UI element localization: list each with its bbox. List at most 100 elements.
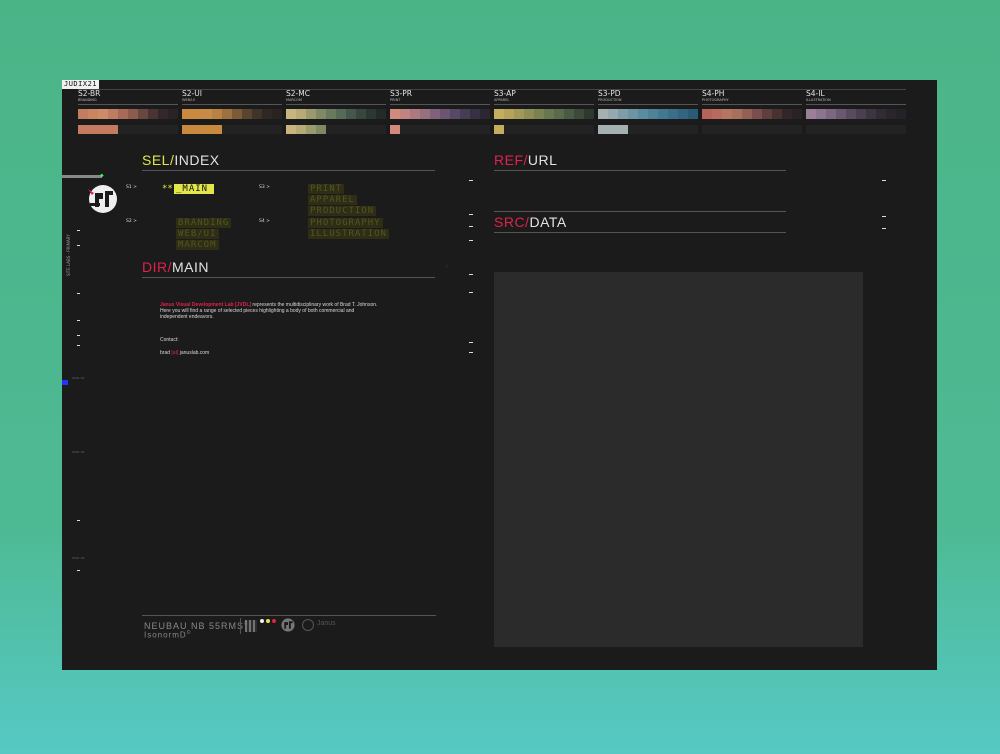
- color-swatch: [202, 109, 212, 119]
- color-swatch: [88, 109, 98, 119]
- level-swatch: [494, 125, 504, 134]
- palette-swatch-row: [182, 109, 282, 119]
- color-swatch: [866, 109, 876, 119]
- palette-swatch-row: [494, 109, 594, 119]
- color-swatch: [410, 109, 420, 119]
- color-swatch: [460, 109, 470, 119]
- nav-item-marcom[interactable]: MARCOM: [176, 240, 219, 250]
- status-dot-icon: ◆: [100, 172, 104, 179]
- section-label-s1: S1 >: [126, 185, 137, 190]
- palette-level-row: [702, 125, 802, 134]
- level-swatch: [316, 125, 326, 134]
- color-swatch: [658, 109, 668, 119]
- palette-s3-pd[interactable]: S3-PD PRODUCTION: [598, 89, 698, 134]
- nav-item-webui[interactable]: WEB/UI: [176, 229, 219, 239]
- palette-level-row: [390, 125, 490, 134]
- color-swatch: [544, 109, 554, 119]
- main-screen: JUDIX21 S2-BR BRANDING S2-UI WEB/UI S2-MC MAR…: [62, 80, 937, 670]
- footer-wordmark: Janus: [317, 620, 336, 627]
- contact-label: Contact:: [160, 337, 179, 343]
- color-swatch: [336, 109, 346, 119]
- level-swatch: [98, 125, 108, 134]
- color-swatch: [158, 109, 168, 119]
- color-swatch: [252, 109, 262, 119]
- color-swatch: [816, 109, 826, 119]
- color-swatch: [272, 109, 282, 119]
- color-swatch: [534, 109, 544, 119]
- nav-item-apparel[interactable]: APPAREL: [308, 195, 357, 205]
- level-swatch: [108, 125, 118, 134]
- color-swatch: [420, 109, 430, 119]
- palette-s3-pr[interactable]: S3-PR PRINT: [390, 89, 490, 134]
- site-logo-tag[interactable]: JUDIX21: [62, 80, 100, 89]
- color-swatch: [450, 109, 460, 119]
- rail-tick: [469, 342, 473, 343]
- nav-item-main[interactable]: _MAIN: [174, 184, 214, 194]
- palette-code: S3-PR: [390, 89, 412, 98]
- color-swatch: [638, 109, 648, 119]
- palette-swatch-row: [286, 109, 386, 119]
- color-swatch: [182, 109, 192, 119]
- level-swatch: [212, 125, 222, 134]
- palette-s4-ph[interactable]: S4-PH PHOTOGRAPHY: [702, 89, 802, 134]
- palette-level-row: [494, 125, 594, 134]
- nav-item-branding[interactable]: BRANDING: [176, 218, 232, 228]
- color-swatch: [222, 109, 232, 119]
- src-data-heading: SRC/DATA: [494, 211, 786, 233]
- palette-level-row: [182, 125, 282, 134]
- palette-swatch-row: [78, 109, 178, 119]
- palette-level-row: [806, 125, 906, 134]
- nav-item-photography[interactable]: PHOTOGRAPHY: [308, 218, 383, 228]
- rail-label: 0001-01: [72, 376, 85, 380]
- data-preview-panel: [494, 272, 863, 647]
- color-swatch: [440, 109, 450, 119]
- qr-code-icon: [245, 620, 257, 632]
- level-swatch: [286, 125, 296, 134]
- color-swatch: [608, 109, 618, 119]
- scroll-indicator[interactable]: [62, 175, 102, 178]
- font-credit-secondary: IsonormD©: [144, 630, 192, 640]
- color-swatch: [400, 109, 410, 119]
- color-swatch: [648, 109, 658, 119]
- level-swatch: [182, 125, 192, 134]
- level-swatch: [608, 125, 618, 134]
- rail-tick: [469, 292, 473, 293]
- ref-url-heading: REF/URL: [494, 152, 786, 171]
- palette-s2-ui[interactable]: S2-UI WEB/UI: [182, 89, 282, 134]
- nav-item-print[interactable]: PRINT: [308, 184, 345, 194]
- palette-s3-ap[interactable]: S3-AP APPAREL: [494, 89, 594, 134]
- color-swatch: [742, 109, 752, 119]
- color-swatch: [242, 109, 252, 119]
- palette-sub: ILLUSTRATION: [806, 98, 906, 105]
- color-swatch: [554, 109, 564, 119]
- palette-swatch-row: [390, 109, 490, 119]
- color-swatch: [168, 109, 178, 119]
- rail-label: 0001-03: [72, 556, 85, 560]
- color-swatch: [296, 109, 306, 119]
- color-swatch: [128, 109, 138, 119]
- janus-emblem-icon[interactable]: [86, 183, 120, 215]
- palette-code: S4-PH: [702, 89, 725, 98]
- rail-tick: [469, 180, 473, 181]
- color-swatch: [192, 109, 202, 119]
- palette-s2-mc[interactable]: S2-MC MARCOM: [286, 89, 386, 134]
- color-swatch: [138, 109, 148, 119]
- nav-item-production[interactable]: PRODUCTION: [308, 206, 377, 216]
- color-swatch: [232, 109, 242, 119]
- rail-tick: [77, 293, 80, 294]
- nav-item-illustration[interactable]: ILLUSTRATION: [308, 229, 390, 239]
- level-swatch: [306, 125, 316, 134]
- color-swatch: [772, 109, 782, 119]
- color-swatch: [688, 109, 698, 119]
- contact-email[interactable]: brad [at] januslab.com: [160, 350, 209, 356]
- palette-s2-br[interactable]: S2-BR BRANDING: [78, 89, 178, 134]
- palette-s4-il[interactable]: S4-IL ILLUSTRATION: [806, 89, 906, 134]
- color-swatch: [584, 109, 594, 119]
- rail-tick: [77, 320, 80, 321]
- color-swatch: [470, 109, 480, 119]
- pointer-icon[interactable]: ☜: [444, 262, 448, 270]
- palette-code: S4-IL: [806, 89, 825, 98]
- color-swatch: [876, 109, 886, 119]
- color-swatch: [390, 109, 400, 119]
- color-swatch: [598, 109, 608, 119]
